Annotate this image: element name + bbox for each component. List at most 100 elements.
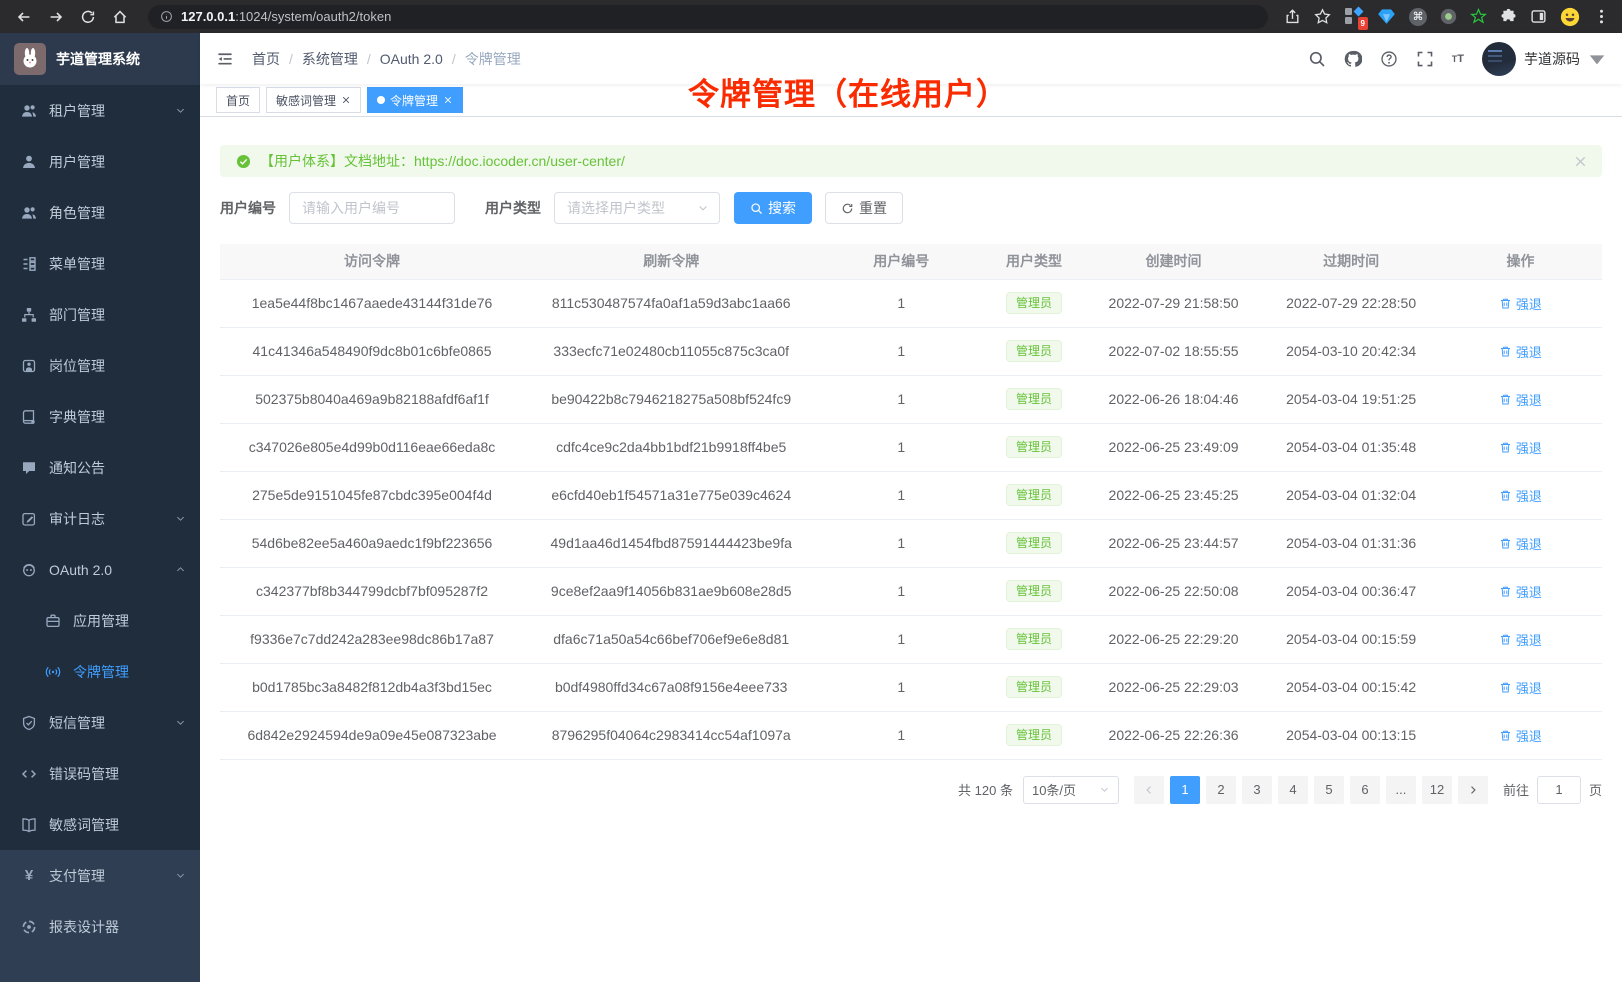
alert-close-icon[interactable]	[1573, 154, 1588, 169]
user-menu[interactable]: 芋道源码	[1482, 42, 1606, 76]
font-size-icon[interactable]: TT	[1452, 53, 1464, 65]
browser-reload-icon[interactable]	[76, 5, 100, 29]
force-logout-button[interactable]: 强退	[1499, 534, 1542, 553]
extension-badge-icon[interactable]: 9	[1344, 7, 1364, 27]
pager-page[interactable]: ...	[1386, 776, 1416, 804]
breadcrumb-item[interactable]: 系统管理	[302, 49, 380, 69]
breadcrumb-item[interactable]: 令牌管理	[465, 49, 521, 69]
tab-close-icon[interactable]	[341, 95, 351, 105]
expire-time-cell: 2022-07-29 22:28:50	[1263, 279, 1439, 327]
sidebar-toggle-icon[interactable]	[216, 50, 234, 68]
user-id-input[interactable]	[289, 192, 455, 224]
puzzle-extensions-icon[interactable]	[1500, 8, 1517, 25]
sidebar-item-error-code[interactable]: 错误码管理	[0, 748, 200, 799]
force-logout-button[interactable]: 强退	[1499, 438, 1542, 457]
tab-home[interactable]: 首页	[216, 87, 260, 113]
star-extension-icon[interactable]	[1470, 8, 1487, 25]
sidebar-item-tenant[interactable]: 租户管理	[0, 85, 200, 136]
sidebar-item-notice[interactable]: 通知公告	[0, 442, 200, 493]
sidebar-item-oauth2[interactable]: OAuth 2.0	[0, 544, 200, 595]
sidebar-item-post[interactable]: 岗位管理	[0, 340, 200, 391]
sidebar-item-sms[interactable]: 短信管理	[0, 697, 200, 748]
prev-page-button[interactable]	[1134, 776, 1164, 804]
search-button[interactable]: 搜索	[734, 192, 812, 224]
reset-button[interactable]: 重置	[825, 192, 903, 224]
active-dot	[377, 96, 385, 104]
menu-item-icon	[20, 460, 38, 476]
pager-page[interactable]: 2	[1206, 776, 1236, 804]
command-extension-icon[interactable]: ⌘	[1409, 8, 1427, 26]
sidebar: 芋道管理系统 租户管理 用户管理 角色管理	[0, 33, 200, 982]
user-type-tag: 管理员	[1006, 676, 1062, 698]
table-header-cell: 用户编号	[818, 244, 984, 279]
sidebar-item-sensitive-word[interactable]: 敏感词管理	[0, 799, 200, 850]
tab-token[interactable]: 令牌管理	[367, 87, 463, 113]
force-logout-button[interactable]: 强退	[1499, 342, 1542, 361]
breadcrumb-item[interactable]: 首页	[252, 49, 302, 69]
force-logout-button[interactable]: 强退	[1499, 486, 1542, 505]
refresh-token-cell: 9ce8ef2aa9f14056b831ae9b608e28d5	[524, 567, 818, 615]
doc-link[interactable]: https://doc.iocoder.cn/user-center/	[414, 153, 625, 169]
force-logout-button[interactable]: 强退	[1499, 390, 1542, 409]
sidebar-item-audit-log[interactable]: 审计日志	[0, 493, 200, 544]
sidebar-item-dept[interactable]: 部门管理	[0, 289, 200, 340]
bookmark-star-icon[interactable]	[1314, 8, 1331, 25]
browser-back-icon[interactable]	[12, 5, 36, 29]
browser-forward-icon[interactable]	[44, 5, 68, 29]
create-time-cell: 2022-06-25 22:29:20	[1084, 615, 1264, 663]
user-type-placeholder: 请选择用户类型	[567, 198, 665, 218]
chevron-icon	[175, 105, 186, 116]
app-logo[interactable]: 芋道管理系统	[0, 33, 200, 85]
tags-view: 首页 敏感词管理 令牌管理	[200, 84, 1622, 117]
address-bar[interactable]: 127.0.0.1:1024/system/oauth2/token	[148, 5, 1268, 29]
record-extension-icon[interactable]	[1440, 8, 1457, 25]
pager-page[interactable]: 4	[1278, 776, 1308, 804]
sidebar-item-dict[interactable]: 字典管理	[0, 391, 200, 442]
table-row: 6d842e2924594de9a09e45e087323abe 8796295…	[220, 711, 1602, 759]
sidebar-item-menu[interactable]: 菜单管理	[0, 238, 200, 289]
tab-sensitive-word[interactable]: 敏感词管理	[266, 87, 361, 113]
sidebar-item-oauth2-app[interactable]: 应用管理	[0, 595, 200, 646]
share-icon[interactable]	[1284, 8, 1301, 25]
side-panel-icon[interactable]	[1530, 8, 1547, 25]
search-button-icon	[750, 202, 763, 215]
page-size-select[interactable]: 10条/页	[1023, 776, 1119, 804]
refresh-token-cell: 811c530487574fa0af1a59d3abc1aa66	[524, 279, 818, 327]
browser-home-icon[interactable]	[108, 5, 132, 29]
trash-icon	[1499, 489, 1512, 502]
sidebar-item-pay[interactable]: ¥ 支付管理	[0, 850, 200, 901]
site-info-icon[interactable]	[160, 10, 173, 23]
fullscreen-icon[interactable]	[1416, 50, 1434, 68]
breadcrumb-item[interactable]: OAuth 2.0	[380, 51, 465, 67]
help-icon[interactable]	[1380, 50, 1398, 68]
menu-item-icon	[20, 103, 38, 119]
browser-menu-icon[interactable]	[1593, 8, 1610, 25]
search-icon[interactable]	[1308, 50, 1326, 68]
pager-page[interactable]: 5	[1314, 776, 1344, 804]
pager-page[interactable]: 1	[1170, 776, 1200, 804]
sidebar-item-report-designer[interactable]: 报表设计器	[0, 901, 200, 952]
next-page-button[interactable]	[1458, 776, 1488, 804]
user-type-select[interactable]: 请选择用户类型	[554, 192, 720, 224]
extension-badge-count: 9	[1358, 17, 1368, 30]
alert-text: 【用户体系】文档地址：https://doc.iocoder.cn/user-c…	[260, 151, 625, 171]
pager-page[interactable]: 6	[1350, 776, 1380, 804]
goto-page-input[interactable]	[1537, 776, 1581, 804]
gem-extension-icon[interactable]	[1377, 7, 1396, 26]
sidebar-menu: 租户管理 用户管理 角色管理 菜单管理	[0, 85, 200, 850]
sidebar-item-user[interactable]: 用户管理	[0, 136, 200, 187]
profile-avatar-icon[interactable]	[1560, 7, 1580, 27]
pager-page[interactable]: 12	[1422, 776, 1452, 804]
sidebar-item-oauth2-token[interactable]: 令牌管理	[0, 646, 200, 697]
force-logout-button[interactable]: 强退	[1499, 678, 1542, 697]
sidebar-item-role[interactable]: 角色管理	[0, 187, 200, 238]
chevron-down-icon	[1099, 784, 1110, 795]
github-icon[interactable]	[1344, 50, 1362, 68]
pager-page[interactable]: 3	[1242, 776, 1272, 804]
user-type-tag: 管理员	[1006, 628, 1062, 650]
force-logout-button[interactable]: 强退	[1499, 582, 1542, 601]
tab-close-icon[interactable]	[443, 95, 453, 105]
force-logout-button[interactable]: 强退	[1499, 294, 1542, 313]
force-logout-button[interactable]: 强退	[1499, 630, 1542, 649]
force-logout-button[interactable]: 强退	[1499, 726, 1542, 745]
